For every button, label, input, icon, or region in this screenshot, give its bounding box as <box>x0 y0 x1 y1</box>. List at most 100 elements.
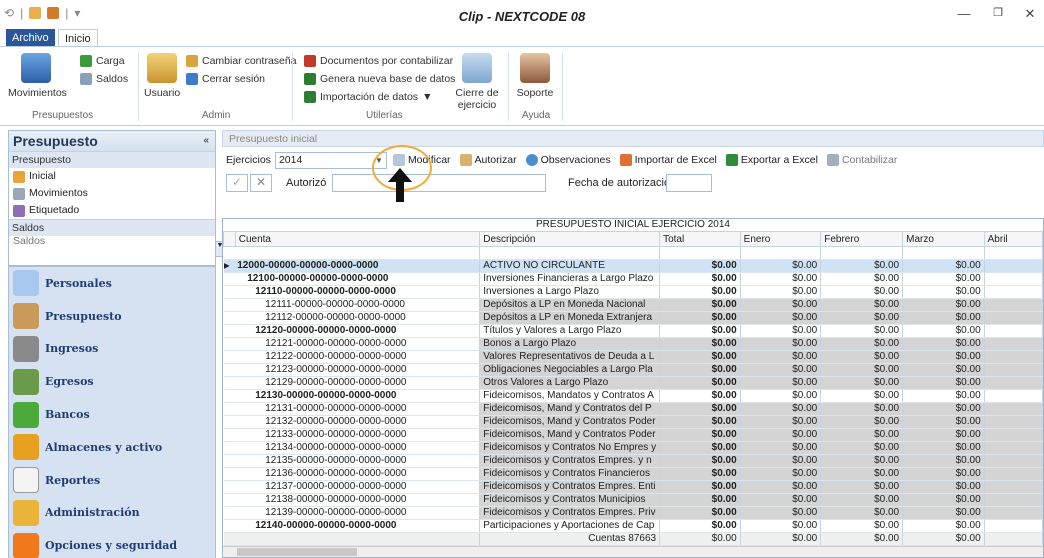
observaciones-button[interactable]: Observaciones <box>525 154 611 166</box>
cell-cuenta[interactable]: 12112-00000-00000-0000-0000 <box>235 311 481 325</box>
cell-cuenta[interactable]: 12121-00000-00000-0000-0000 <box>235 337 481 351</box>
autorizar-button[interactable]: Autorizar <box>459 154 517 166</box>
cell-enero[interactable]: $0.00 <box>740 272 822 286</box>
cell-abril[interactable] <box>984 428 1043 442</box>
filter-cell[interactable] <box>479 246 661 260</box>
cell-descripcion[interactable]: Fideicomisos, Mandatos y Contratos A <box>479 389 661 403</box>
nav-opciones[interactable]: Opciones y seguridad <box>9 529 215 558</box>
cell-descripcion[interactable]: Fideicomisos y Contratos Empres. y n <box>479 454 661 468</box>
cell-marzo[interactable]: $0.00 <box>902 441 985 455</box>
minimize-icon[interactable]: — <box>954 6 974 21</box>
cell-total[interactable]: $0.00 <box>659 480 741 494</box>
nav-administracion[interactable]: Administración <box>9 497 215 530</box>
table-row[interactable]: 12123-00000-00000-0000-0000 Obligaciones … <box>223 363 1043 377</box>
nav-item-inicial[interactable]: Inicial <box>9 168 215 185</box>
cell-enero[interactable]: $0.00 <box>740 480 822 494</box>
filter-cell[interactable] <box>820 246 904 260</box>
cell-febrero[interactable]: $0.00 <box>820 376 904 390</box>
nav-item-saldos[interactable]: Saldos <box>9 236 215 246</box>
cell-descripcion[interactable]: Fideicomisos y Contratos No Empres y <box>479 441 661 455</box>
cell-cuenta[interactable]: 12140-00000-00000-0000-0000 <box>235 519 481 533</box>
cell-abril[interactable] <box>984 441 1043 455</box>
cell-descripcion[interactable]: Fideicomisos, Mand y Contratos del P <box>479 402 661 416</box>
cell-cuenta[interactable]: 12100-00000-00000-0000-0000 <box>235 272 481 286</box>
cell-total[interactable]: $0.00 <box>659 350 741 364</box>
cell-cuenta[interactable]: 12139-00000-00000-0000-0000 <box>235 506 481 520</box>
table-row[interactable]: 12134-00000-00000-0000-0000 Fideicomisos … <box>223 441 1043 455</box>
cell-total[interactable]: $0.00 <box>659 493 741 507</box>
cell-abril[interactable] <box>984 259 1043 273</box>
cell-cuenta[interactable]: 12133-00000-00000-0000-0000 <box>235 428 481 442</box>
tab-archivo[interactable]: Archivo <box>6 29 55 47</box>
cell-descripcion[interactable]: Bonos a Largo Plazo <box>479 337 661 351</box>
cell-enero[interactable]: $0.00 <box>740 441 822 455</box>
table-row[interactable]: 12132-00000-00000-0000-0000 Fideicomisos,… <box>223 415 1043 429</box>
filter-cell[interactable] <box>740 246 822 260</box>
cell-enero[interactable]: $0.00 <box>740 506 822 520</box>
nav-presupuesto[interactable]: Presupuesto <box>9 300 215 333</box>
cell-enero[interactable]: $0.00 <box>740 298 822 312</box>
cell-abril[interactable] <box>984 493 1043 507</box>
cell-febrero[interactable]: $0.00 <box>820 519 904 533</box>
cell-febrero[interactable]: $0.00 <box>820 480 904 494</box>
cell-enero[interactable]: $0.00 <box>740 389 822 403</box>
cell-marzo[interactable]: $0.00 <box>902 519 985 533</box>
cell-abril[interactable] <box>984 324 1043 338</box>
cell-marzo[interactable]: $0.00 <box>902 350 985 364</box>
cell-marzo[interactable]: $0.00 <box>902 298 985 312</box>
cell-enero[interactable]: $0.00 <box>740 376 822 390</box>
cell-abril[interactable] <box>984 415 1043 429</box>
cell-febrero[interactable]: $0.00 <box>820 350 904 364</box>
table-row[interactable]: ▶ 12000-00000-00000-0000-0000 ACTIVO NO CI… <box>223 259 1043 273</box>
cell-febrero[interactable]: $0.00 <box>820 272 904 286</box>
section-saldos[interactable]: Saldos <box>9 219 215 236</box>
cell-total[interactable]: $0.00 <box>659 363 741 377</box>
genera-base-button[interactable]: Genera nueva base de datos <box>304 73 455 85</box>
reject-icon[interactable]: ✕ <box>250 174 272 192</box>
importar-excel-button[interactable]: Importar de Excel <box>619 154 717 166</box>
cell-cuenta[interactable]: 12122-00000-00000-0000-0000 <box>235 350 481 364</box>
nav-ingresos[interactable]: Ingresos <box>9 333 215 366</box>
table-row[interactable]: 12136-00000-00000-0000-0000 Fideicomisos … <box>223 467 1043 481</box>
cell-enero[interactable]: $0.00 <box>740 259 822 273</box>
cell-cuenta[interactable]: 12137-00000-00000-0000-0000 <box>235 480 481 494</box>
cell-marzo[interactable]: $0.00 <box>902 454 985 468</box>
cell-marzo[interactable]: $0.00 <box>902 415 985 429</box>
cell-abril[interactable] <box>984 402 1043 416</box>
cell-febrero[interactable]: $0.00 <box>820 467 904 481</box>
cell-abril[interactable] <box>984 285 1043 299</box>
filter-cell[interactable] <box>235 246 481 260</box>
cell-febrero[interactable]: $0.00 <box>820 337 904 351</box>
cell-marzo[interactable]: $0.00 <box>902 337 985 351</box>
cell-cuenta[interactable]: 12136-00000-00000-0000-0000 <box>235 467 481 481</box>
table-row[interactable]: 12110-00000-00000-0000-0000 Inversiones a… <box>223 285 1043 299</box>
cell-total[interactable]: $0.00 <box>659 506 741 520</box>
cell-abril[interactable] <box>984 389 1043 403</box>
cell-total[interactable]: $0.00 <box>659 298 741 312</box>
section-presupuesto[interactable]: Presupuesto <box>9 151 215 168</box>
importacion-button[interactable]: Importación de datos ▼ <box>304 91 432 103</box>
cell-abril[interactable] <box>984 480 1043 494</box>
filter-row[interactable] <box>223 246 1043 260</box>
tab-inicio[interactable]: Inicio <box>58 29 98 47</box>
cell-marzo[interactable]: $0.00 <box>902 376 985 390</box>
cell-total[interactable]: $0.00 <box>659 519 741 533</box>
cell-descripcion[interactable]: Otros Valores a Largo Plazo <box>479 376 661 390</box>
cell-descripcion[interactable]: Fideicomisos y Contratos Empres. Priv <box>479 506 661 520</box>
cell-enero[interactable]: $0.00 <box>740 363 822 377</box>
cell-enero[interactable]: $0.00 <box>740 519 822 533</box>
cell-enero[interactable]: $0.00 <box>740 428 822 442</box>
table-row[interactable]: 12140-00000-00000-0000-0000 Participacion… <box>223 519 1043 533</box>
cell-abril[interactable] <box>984 350 1043 364</box>
cell-enero[interactable]: $0.00 <box>740 350 822 364</box>
cell-abril[interactable] <box>984 311 1043 325</box>
cell-febrero[interactable]: $0.00 <box>820 441 904 455</box>
cell-enero[interactable]: $0.00 <box>740 493 822 507</box>
soporte-button[interactable]: Soporte <box>514 53 556 99</box>
cell-cuenta[interactable]: 12130-00000-00000-0000-0000 <box>235 389 481 403</box>
cell-cuenta[interactable]: 12111-00000-00000-0000-0000 <box>235 298 481 312</box>
cell-febrero[interactable]: $0.00 <box>820 363 904 377</box>
col-abril[interactable]: Abril <box>983 231 1043 247</box>
maximize-icon[interactable]: ❐ <box>988 6 1008 19</box>
cell-cuenta[interactable]: 12135-00000-00000-0000-0000 <box>235 454 481 468</box>
